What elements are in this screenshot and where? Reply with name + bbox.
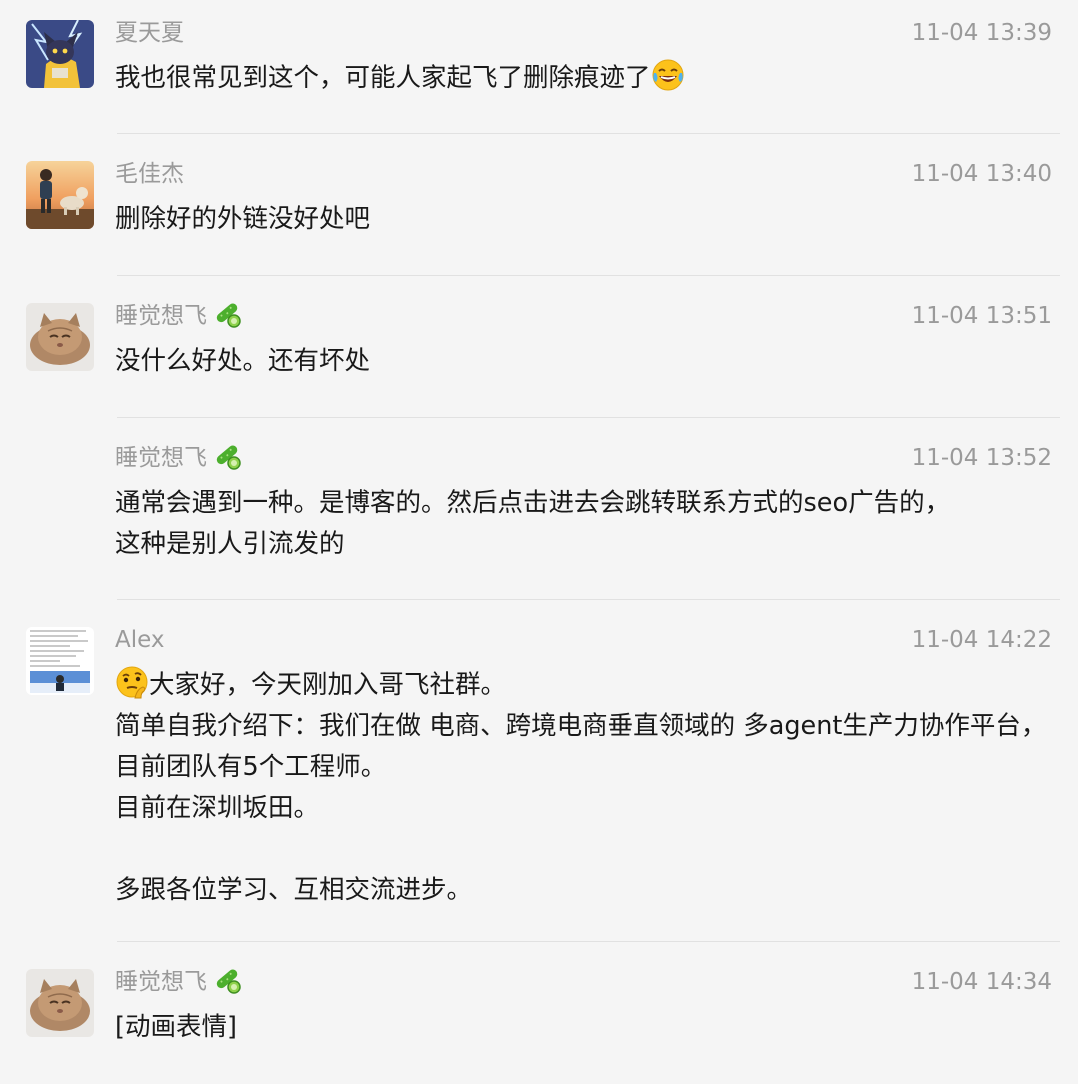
cucumber-badge-icon (213, 965, 243, 995)
sender-name[interactable]: 夏天夏 (115, 17, 184, 49)
message-text: 没什么好处。还有坏处 (115, 346, 371, 376)
message-text-content: 大家好，今天刚加入哥飞社群。 简单自我介绍下：我们在做 电商、跨境电商垂直领域的… (115, 670, 1047, 905)
message-divider (117, 941, 1060, 942)
sleepy-cat-avatar-icon[interactable] (26, 303, 94, 371)
message-time: 11-04 13:52 (911, 445, 1052, 471)
tears-of-joy-emoji (651, 58, 685, 92)
message-text[interactable]: [动画表情] (115, 1007, 1060, 1048)
sender-name[interactable]: 睡觉想飞 (115, 966, 243, 998)
message-time: 11-04 13:51 (911, 303, 1052, 329)
message-divider (117, 417, 1060, 418)
chat-message-list[interactable]: 夏天夏 11-04 13:39 我也很常见到这个，可能人家起飞了删除痕迹了 毛佳… (0, 0, 1078, 1084)
cucumber-badge-icon (213, 299, 243, 329)
sender-name[interactable]: 睡觉想飞 (115, 442, 243, 474)
message-divider (117, 599, 1060, 600)
message-divider (117, 133, 1060, 134)
message-time: 11-04 14:22 (911, 627, 1052, 653)
sunset-boy-dog-avatar-icon[interactable] (26, 161, 94, 229)
message-text: 删除好的外链没好处吧 (115, 204, 371, 234)
thinking-face-emoji (115, 665, 149, 699)
message-time: 11-04 14:34 (911, 969, 1052, 995)
message-text: 大家好，今天刚加入哥飞社群。 简单自我介绍下：我们在做 电商、跨境电商垂直领域的… (115, 665, 1060, 911)
message-text: 通常会遇到一种。是博客的。然后点击进去会跳转联系方式的seo广告的， 这种是别人… (115, 488, 951, 559)
sender-name[interactable]: 毛佳杰 (115, 158, 184, 190)
message-text: 我也很常见到这个，可能人家起飞了删除痕迹了 (115, 58, 1060, 99)
message-time: 11-04 13:39 (911, 20, 1052, 46)
sleepy-cat-avatar-icon[interactable] (26, 969, 94, 1037)
sender-name-text: 睡觉想飞 (115, 445, 207, 471)
cucumber-badge-icon (213, 441, 243, 471)
sender-name-text: 睡觉想飞 (115, 969, 207, 995)
message-text-content: 我也很常见到这个，可能人家起飞了删除痕迹了 (115, 63, 651, 93)
message-time: 11-04 13:40 (911, 161, 1052, 187)
sender-name-text: 睡觉想飞 (115, 303, 207, 329)
cartoon-cat-avatar-icon[interactable] (26, 20, 94, 88)
sender-name[interactable]: 睡觉想飞 (115, 300, 243, 332)
document-photo-avatar-icon[interactable] (26, 627, 94, 695)
message-divider (117, 275, 1060, 276)
sender-name[interactable]: Alex (115, 624, 164, 656)
